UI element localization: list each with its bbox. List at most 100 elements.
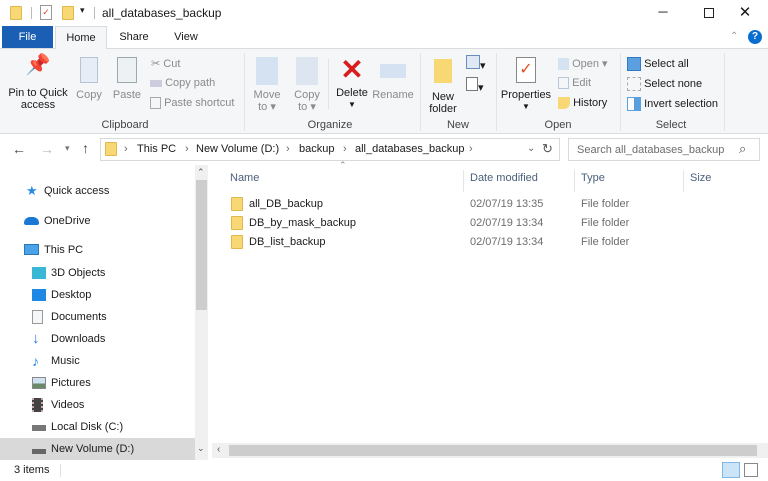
nav-videos[interactable]: Videos — [0, 394, 195, 416]
drive-icon — [32, 449, 46, 454]
tab-home[interactable]: Home — [55, 26, 107, 49]
breadcrumb-this-pc[interactable]: This PC — [137, 143, 176, 155]
minimize-ribbon-icon[interactable]: ⌃ — [730, 31, 738, 42]
search-box[interactable]: Search all_databases_backup ⌕ — [568, 138, 760, 161]
breadcrumb-new-volume[interactable]: New Volume (D:) — [196, 143, 279, 155]
nav-scrollbar[interactable]: ⌃ ⌄ — [195, 165, 208, 460]
history-icon — [558, 97, 570, 110]
divider — [496, 53, 497, 131]
easy-access-icon — [466, 77, 478, 91]
column-header-size[interactable]: Size — [684, 170, 768, 192]
nav-desktop[interactable]: Desktop — [0, 284, 195, 306]
recent-locations-icon[interactable]: ▾ — [65, 143, 70, 154]
refresh-icon[interactable]: ↻ — [542, 141, 553, 157]
file-row[interactable]: all_DB_backup 02/07/19 13:35 File folder — [212, 195, 752, 214]
divider — [328, 59, 329, 109]
divider — [724, 53, 725, 131]
divider — [60, 464, 61, 477]
copy-button[interactable]: Copy — [72, 57, 106, 101]
nav-onedrive[interactable]: OneDrive — [0, 210, 195, 232]
history-button[interactable]: History — [558, 97, 607, 110]
breadcrumb-separator: › — [343, 143, 347, 155]
open-button[interactable]: Open ▾ — [558, 57, 608, 71]
address-bar[interactable]: › This PC › New Volume (D:) › backup › a… — [100, 138, 560, 161]
scrollbar-thumb[interactable] — [229, 445, 757, 456]
nav-new-volume-d[interactable]: New Volume (D:) — [0, 438, 195, 460]
customize-quick-access-icon[interactable]: ▾ — [80, 5, 85, 16]
copy-path-button[interactable]: Copy path — [150, 77, 215, 89]
nav-3d-objects[interactable]: 3D Objects — [0, 262, 195, 284]
file-name: DB_list_backup — [249, 236, 326, 248]
search-placeholder: Search all_databases_backup — [577, 144, 725, 156]
monitor-icon — [24, 244, 39, 255]
navigation-pane: ★ Quick access OneDrive This PC 3D Object… — [0, 165, 208, 460]
file-date: 02/07/19 13:35 — [470, 198, 544, 210]
tab-file[interactable]: File — [2, 26, 53, 48]
edit-button[interactable]: Edit — [558, 77, 591, 90]
new-folder-quick-icon[interactable] — [62, 6, 74, 20]
back-arrow-icon[interactable]: ← — [12, 141, 26, 157]
column-header-date-modified[interactable]: Date modified — [464, 170, 575, 192]
search-icon: ⌕ — [739, 141, 747, 156]
delete-button[interactable]: ✕ Delete ▼ — [334, 55, 370, 111]
open-icon — [558, 58, 569, 71]
properties-icon: ✓ — [516, 57, 536, 83]
cloud-icon — [24, 217, 39, 225]
drive-icon — [32, 425, 46, 431]
large-icons-view-icon[interactable] — [744, 463, 758, 477]
file-type: File folder — [581, 198, 630, 210]
title-bar: ✓ ▾ all_databases_backup ─ ✕ — [0, 0, 768, 26]
properties-quick-icon[interactable]: ✓ — [40, 5, 52, 20]
tab-share[interactable]: Share — [110, 26, 158, 48]
address-dropdown-icon[interactable]: ⌄ — [527, 143, 535, 154]
tab-view[interactable]: View — [162, 26, 210, 48]
new-folder-button[interactable]: New folder — [424, 57, 462, 115]
breadcrumb-all-databases-backup[interactable]: all_databases_backup — [355, 143, 464, 155]
nav-music[interactable]: ♪ Music — [0, 350, 195, 372]
nav-documents[interactable]: Documents — [0, 306, 195, 328]
properties-button[interactable]: ✓ Properties ▼ — [500, 57, 552, 113]
pin-to-quick-access-button[interactable]: 📌 Pin to Quick access — [4, 55, 72, 111]
horizontal-scrollbar[interactable]: ‹ — [212, 443, 768, 458]
details-view-icon[interactable] — [722, 462, 740, 478]
breadcrumb-separator: › — [185, 143, 189, 155]
divider — [94, 7, 95, 19]
nav-this-pc[interactable]: This PC — [0, 239, 195, 261]
help-icon[interactable]: ? — [748, 30, 762, 44]
invert-selection-button[interactable]: Invert selection — [627, 97, 718, 111]
scrollbar-thumb[interactable] — [196, 180, 207, 310]
file-row[interactable]: DB_by_mask_backup 02/07/19 13:34 File fo… — [212, 214, 752, 233]
cut-button[interactable]: ✂ Cut — [151, 57, 180, 70]
nav-downloads[interactable]: ↓ Downloads — [0, 328, 195, 350]
close-icon[interactable]: ✕ — [722, 0, 768, 26]
column-header-name[interactable]: Name — [224, 170, 464, 192]
scroll-down-icon[interactable]: ⌄ — [197, 443, 205, 454]
paste-button[interactable]: Paste — [110, 57, 144, 101]
select-none-button[interactable]: Select none — [627, 77, 702, 91]
scroll-left-icon[interactable]: ‹ — [217, 444, 220, 455]
paste-shortcut-button[interactable]: Paste shortcut — [150, 97, 234, 110]
copy-to-button[interactable]: Copy to ▾ — [290, 57, 324, 113]
divider — [31, 7, 32, 19]
move-to-button[interactable]: Move to ▾ — [250, 57, 284, 113]
nav-pictures[interactable]: Pictures — [0, 372, 195, 394]
desktop-icon — [32, 289, 46, 301]
nav-local-disk-c[interactable]: Local Disk (C:) — [0, 416, 195, 438]
file-row[interactable]: DB_list_backup 02/07/19 13:34 File folde… — [212, 233, 752, 252]
forward-arrow-icon[interactable]: → — [40, 141, 54, 157]
easy-access-button[interactable]: ▾ — [466, 77, 484, 94]
nav-quick-access[interactable]: ★ Quick access — [0, 180, 195, 202]
status-bar: 3 items — [0, 460, 768, 481]
rename-button[interactable]: Rename — [372, 57, 414, 101]
up-arrow-icon[interactable]: ↑ — [82, 140, 89, 156]
scroll-up-icon[interactable]: ⌃ — [197, 167, 205, 178]
divider — [420, 53, 421, 131]
column-header-type[interactable]: Type — [575, 170, 684, 192]
move-to-icon — [256, 57, 278, 85]
breadcrumb-backup[interactable]: backup — [299, 143, 334, 155]
new-item-button[interactable]: ▾ — [466, 55, 486, 72]
select-none-icon — [627, 77, 641, 91]
select-all-button[interactable]: Select all — [627, 57, 689, 71]
breadcrumb-separator: › — [286, 143, 290, 155]
minimize-icon[interactable]: ─ — [640, 0, 686, 26]
